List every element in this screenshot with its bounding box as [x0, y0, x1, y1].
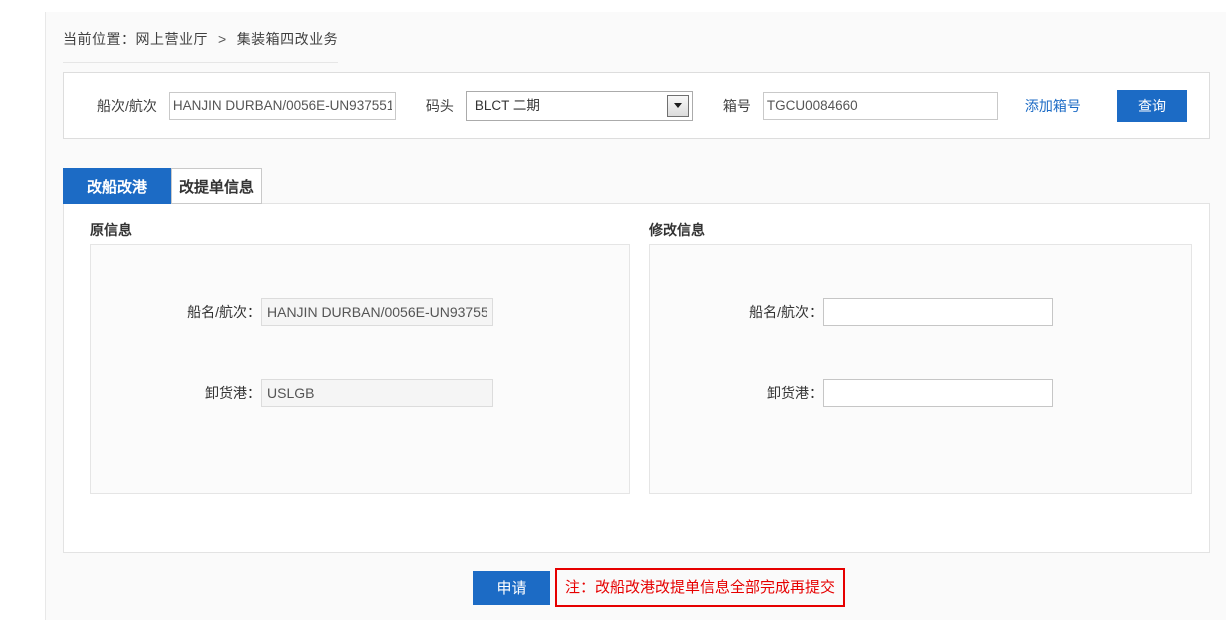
- breadcrumb-current-page: 集装箱四改业务: [237, 31, 339, 47]
- original-info-panel: 船名/航次： 卸货港：: [90, 244, 630, 494]
- original-vessel-input: [261, 298, 493, 326]
- original-vessel-label: 船名/航次：: [91, 298, 261, 326]
- breadcrumb-parent-link[interactable]: 网上营业厅: [136, 31, 209, 47]
- modified-vessel-row: 船名/航次：: [650, 298, 1191, 326]
- terminal-label: 码头: [426, 96, 454, 116]
- original-vessel-row: 船名/航次：: [91, 298, 629, 326]
- container-number-input[interactable]: [763, 92, 998, 120]
- original-discharge-port-input: [261, 379, 493, 407]
- search-form: 船次/航次 码头 BLCT 二期 箱号 添加箱号 查询: [63, 72, 1210, 139]
- modified-info-title: 修改信息: [649, 220, 705, 240]
- original-discharge-port-row: 卸货港：: [91, 379, 629, 407]
- tab-bar: 改船改港 改提单信息: [63, 168, 1210, 204]
- add-container-link[interactable]: 添加箱号: [1025, 96, 1081, 116]
- terminal-select[interactable]: BLCT 二期: [466, 91, 693, 121]
- modified-vessel-label: 船名/航次：: [650, 298, 823, 326]
- vessel-voyage-label: 船次/航次: [97, 96, 157, 116]
- modified-discharge-port-label: 卸货港：: [650, 379, 823, 407]
- original-discharge-port-label: 卸货港：: [91, 379, 261, 407]
- tab-change-bl-info[interactable]: 改提单信息: [171, 168, 262, 204]
- modified-vessel-input[interactable]: [823, 298, 1053, 326]
- footer-action-row: 申请 注：改船改港改提单信息全部完成再提交: [63, 568, 1210, 607]
- main-content-area: 当前位置：网上营业厅 > 集装箱四改业务 船次/航次 码头 BLCT 二期 箱号 添…: [45, 12, 1226, 620]
- vessel-voyage-input[interactable]: [169, 92, 396, 120]
- modified-discharge-port-input[interactable]: [823, 379, 1053, 407]
- tab-content-panel: 原信息 修改信息 船名/航次： 卸货港： 船名/航次： 卸货港：: [63, 203, 1210, 553]
- query-button[interactable]: 查询: [1117, 90, 1187, 122]
- tab-change-vessel-port[interactable]: 改船改港: [63, 168, 171, 204]
- dropdown-arrow-icon[interactable]: [667, 95, 689, 117]
- apply-button[interactable]: 申请: [473, 571, 550, 605]
- modified-info-panel: 船名/航次： 卸货港：: [649, 244, 1192, 494]
- breadcrumb-separator: >: [218, 31, 227, 47]
- submit-note: 注：改船改港改提单信息全部完成再提交: [555, 568, 845, 607]
- original-info-title: 原信息: [90, 220, 132, 240]
- breadcrumb-location-label: 当前位置：: [63, 31, 136, 47]
- terminal-selected-value: BLCT 二期: [475, 92, 540, 120]
- modified-discharge-port-row: 卸货港：: [650, 379, 1191, 407]
- breadcrumb: 当前位置：网上营业厅 > 集装箱四改业务: [63, 29, 338, 63]
- container-number-label: 箱号: [723, 96, 751, 116]
